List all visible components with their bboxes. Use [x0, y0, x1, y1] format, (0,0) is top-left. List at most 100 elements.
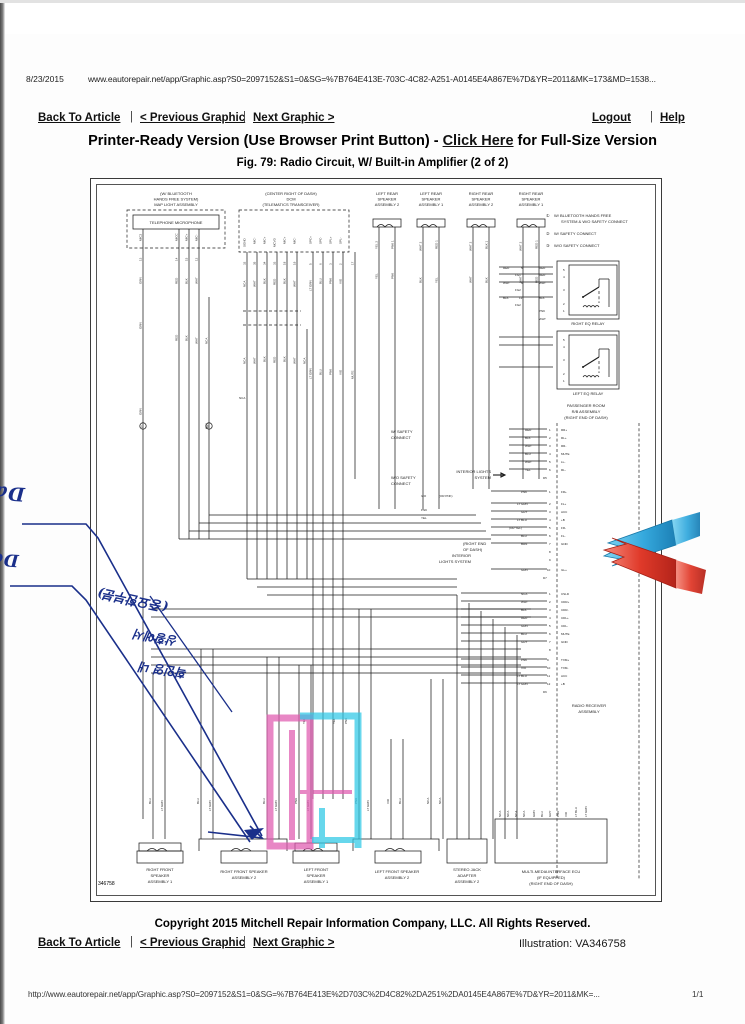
svg-text:SPL+: SPL+ — [329, 236, 333, 244]
svg-text:3: 3 — [549, 510, 551, 514]
svg-text:FG1: FG1 — [515, 273, 521, 277]
page-top-band — [5, 0, 745, 34]
svg-text:2: 2 — [563, 302, 565, 306]
scan-left-edge-shadow — [0, 0, 5, 1024]
svg-text:RIGHT REAR: RIGHT REAR — [469, 191, 494, 196]
svg-text:(W/ BLUETOOTH: (W/ BLUETOOTH — [160, 191, 192, 196]
next-graphic-link-top[interactable]: Next Graphic > — [253, 112, 335, 124]
svg-text:CSLD: CSLD — [561, 592, 570, 596]
svg-text:NCA: NCA — [426, 798, 430, 804]
svg-text:7: 7 — [549, 542, 551, 546]
svg-text:BLK: BLK — [263, 356, 267, 362]
svg-text:(CENTER RIGHT OF DASH): (CENTER RIGHT OF DASH) — [265, 191, 317, 196]
print-date: 8/23/2015 — [26, 74, 64, 84]
svg-text:6: 6 — [549, 468, 551, 472]
svg-text:VIO: VIO — [339, 369, 343, 375]
click-here-link[interactable]: Click Here — [443, 133, 514, 149]
svg-text:PNK: PNK — [521, 658, 527, 662]
svg-text:RED: RED — [273, 278, 277, 285]
printer-ready-text-post: for Full-Size Version — [513, 133, 657, 149]
svg-text:RADIO RECEIVER: RADIO RECEIVER — [572, 703, 606, 708]
svg-text:NCA: NCA — [506, 811, 510, 817]
svg-text:LT GRN: LT GRN — [517, 682, 528, 686]
svg-text:RED 1: RED 1 — [435, 240, 439, 249]
printer-ready-text-pre: Printer-Ready Version (Use Browser Print… — [88, 133, 443, 149]
svg-text:(RIGHT END OF DASH): (RIGHT END OF DASH) — [529, 881, 573, 886]
svg-text:1: 1 — [549, 490, 551, 494]
svg-text:WHT: WHT — [195, 277, 199, 284]
svg-text:11: 11 — [547, 674, 550, 678]
svg-text:5: 5 — [563, 338, 565, 342]
svg-text:LT BLU: LT BLU — [574, 807, 578, 817]
svg-text:BLK: BLK — [503, 296, 509, 300]
bottom-navigation-bar: Back To Article | < Previous Graphic | N… — [0, 936, 745, 955]
svg-text:HANDS FREE SYSTEM): HANDS FREE SYSTEM) — [154, 197, 199, 202]
back-to-article-link-bottom[interactable]: Back To Article — [38, 937, 120, 949]
svg-text:RIGHT EQ RELAY: RIGHT EQ RELAY — [571, 321, 605, 326]
svg-text:RIGHT FRONT: RIGHT FRONT — [146, 867, 174, 872]
svg-text:BLU: BLU — [521, 534, 527, 538]
svg-text:LEFT FRONT: LEFT FRONT — [304, 867, 329, 872]
svg-text:RED: RED — [175, 277, 179, 284]
svg-text:RED: RED — [525, 428, 532, 432]
svg-text:LT GRN: LT GRN — [274, 800, 278, 811]
svg-text:RR+: RR+ — [561, 428, 567, 432]
svg-text:SPC-: SPC- — [319, 237, 323, 244]
nav-separator: | — [650, 111, 653, 123]
svg-text:SPEAKER: SPEAKER — [472, 197, 491, 202]
svg-text:CDL+: CDL+ — [561, 616, 569, 620]
svg-text:WHT: WHT — [253, 280, 257, 287]
svg-text:YEL: YEL — [435, 277, 439, 283]
svg-text:SPEAKER: SPEAKER — [151, 873, 170, 878]
svg-text:PNK: PNK — [521, 490, 527, 494]
svg-text:PNK: PNK — [329, 278, 333, 284]
browser-print-header: 8/23/2015 www.eautorepair.net/app/Graphi… — [0, 74, 745, 90]
svg-text:BLK: BLK — [263, 278, 267, 284]
nav-separator: | — [243, 111, 246, 123]
svg-text:4: 4 — [549, 452, 551, 456]
svg-text:FR+: FR+ — [561, 490, 567, 494]
svg-text:WHT 2: WHT 2 — [419, 241, 423, 251]
svg-text:13: 13 — [519, 296, 523, 300]
svg-text:VIO: VIO — [386, 798, 390, 804]
svg-text:RIGHT FRONT SPEAKER: RIGHT FRONT SPEAKER — [220, 869, 267, 874]
svg-text:VIO: VIO — [421, 494, 427, 498]
svg-text:BLK: BLK — [521, 608, 527, 612]
previous-graphic-link-bottom[interactable]: < Previous Graphic — [140, 937, 245, 949]
eq-relay-block: RED 5 RED FG1 RED WHT 6 WHT FG2 BLK 13 BLK … — [499, 260, 620, 396]
logout-link[interactable]: Logout — [592, 112, 631, 124]
radio-receiver-assembly: PNK 1 FR+ LT GRN 2 FL+ GRY 3 ACC LT BLU 4 +B (OR… — [461, 490, 606, 714]
wiring-trunk-lines — [142, 439, 540, 839]
svg-text:LEFT REAR: LEFT REAR — [420, 191, 442, 196]
svg-text:FR-: FR- — [561, 526, 566, 530]
svg-text:NCA: NCA — [243, 358, 247, 364]
svg-text:RIGHT REAR: RIGHT REAR — [519, 191, 544, 196]
svg-text:12: 12 — [195, 257, 199, 261]
svg-text:1: 1 — [563, 379, 565, 383]
help-link[interactable]: Help — [660, 112, 685, 124]
svg-text:10: 10 — [547, 568, 551, 572]
svg-text:6: 6 — [549, 534, 551, 538]
svg-text:ACC: ACC — [561, 674, 568, 678]
svg-text:1: 1 — [549, 428, 551, 432]
svg-text:ASSEMBLY 1: ASSEMBLY 1 — [304, 879, 329, 884]
svg-text:NCA: NCA — [239, 396, 245, 400]
svg-text:①: ① — [546, 213, 550, 218]
wiring-schematic-drawing: .ln{stroke:#1d1d1d;stroke-width:.75;fill… — [98, 191, 640, 887]
svg-text:4: 4 — [563, 345, 565, 349]
svg-text:2: 2 — [549, 600, 551, 604]
svg-text:(OR YEL): (OR YEL) — [509, 526, 522, 530]
svg-text:RED: RED — [175, 334, 179, 341]
svg-text:7: 7 — [549, 640, 551, 644]
svg-text:RED: RED — [539, 273, 546, 277]
svg-text:SGND: SGND — [243, 237, 247, 247]
svg-text:LT GRN: LT GRN — [309, 368, 313, 379]
svg-text:12: 12 — [547, 682, 551, 686]
previous-graphic-link-top[interactable]: < Previous Graphic — [140, 112, 245, 124]
svg-text:MICC: MICC — [175, 233, 179, 241]
svg-text:ADAPTER: ADAPTER — [458, 873, 477, 878]
back-to-article-link-top[interactable]: Back To Article — [38, 112, 120, 124]
next-graphic-link-bottom[interactable]: Next Graphic > — [253, 937, 335, 949]
svg-text:5: 5 — [549, 624, 551, 628]
svg-text:PNK: PNK — [556, 811, 560, 817]
